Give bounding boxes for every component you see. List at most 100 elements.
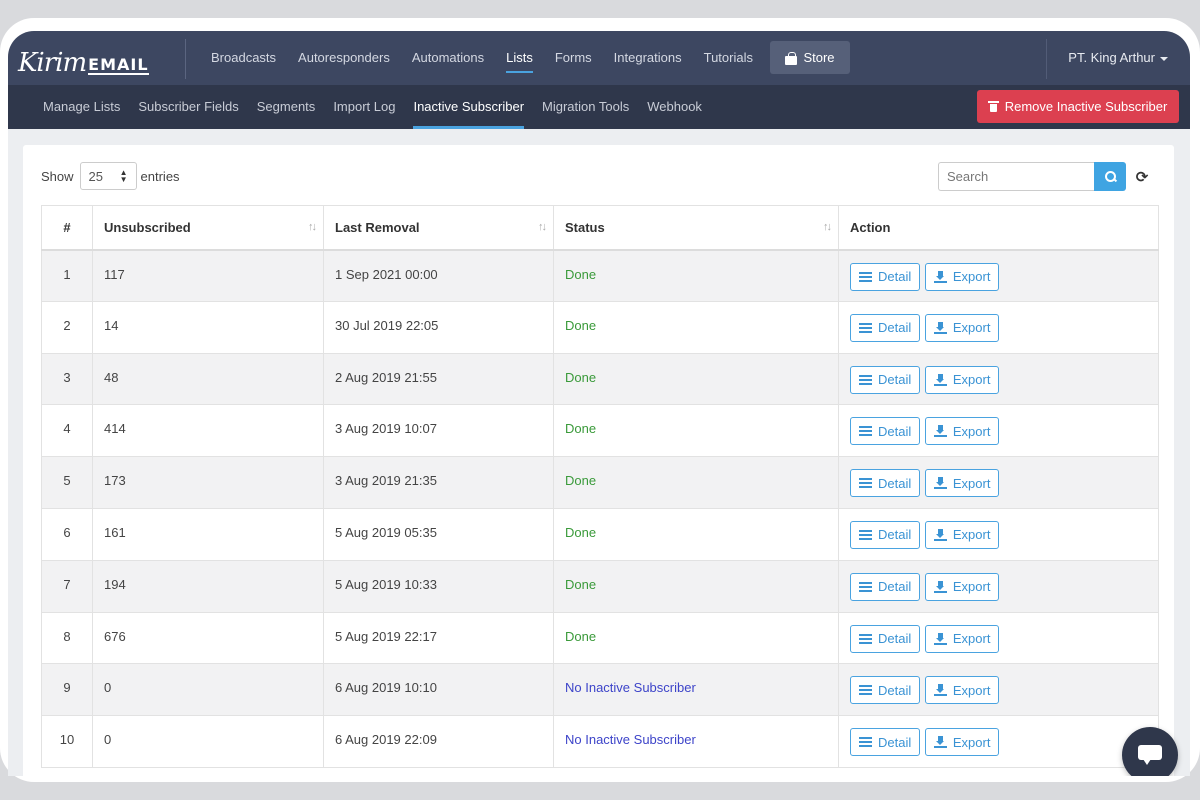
status-text: No Inactive Subscriber [565,680,696,696]
caret-down-icon [1160,56,1168,61]
status-text: No Inactive Subscriber [565,732,696,748]
export-button-label: Export [952,269,991,284]
subnav-inactive-subscriber[interactable]: Inactive Subscriber [404,85,533,129]
export-button[interactable]: Export [924,262,1000,291]
kirim-email-logo[interactable]: Kirim EMAIL [18,41,158,77]
refresh-button[interactable]: ⟳ [1126,162,1158,191]
main-nav: Broadcasts Autoresponders Automations Lists… [200,31,764,85]
store-button[interactable]: Store [770,41,850,74]
status-text: Done [565,266,597,282]
detail-button[interactable]: Detail [850,572,921,601]
nav-tutorials[interactable]: Tutorials [693,31,764,85]
search-input[interactable] [938,162,1094,191]
detail-button[interactable]: Detail [850,417,921,446]
sub-navbar: Manage Lists Subscriber Fields Segments Imp… [8,85,1190,129]
export-button[interactable]: Export [924,365,1000,394]
export-button[interactable]: Export [924,676,1000,705]
subnav-subscriber-fields[interactable]: Subscriber Fields [129,85,247,129]
column-header-action: Action [838,205,1159,251]
chat-widget-button[interactable] [1122,727,1178,776]
action-cell: Detail Export [838,300,1159,354]
row-number: 6 [41,507,93,561]
nav-lists[interactable]: Lists [495,31,544,85]
sort-icon: ↑↓ [823,221,832,233]
detail-button[interactable]: Detail [850,365,921,394]
row-number: 3 [41,352,93,406]
last-removal-date: 6 Aug 2019 10:10 [323,663,554,717]
remove-button-label: Remove Inactive Subscriber [1004,99,1168,114]
action-cell: Detail Export [838,404,1159,458]
detail-button-label: Detail [878,579,912,595]
detail-button-label: Detail [878,475,912,491]
download-icon [933,684,947,697]
subnav-webhook[interactable]: Webhook [638,85,711,129]
nav-forms[interactable]: Forms [544,31,603,85]
detail-button[interactable]: Detail [850,313,921,342]
user-divider [1046,39,1047,79]
export-button[interactable]: Export [924,520,1000,549]
refresh-icon: ⟳ [1135,168,1149,186]
status-cell: Done [553,249,839,302]
subnav-segments[interactable]: Segments [248,85,325,129]
detail-button[interactable]: Detail [850,469,921,498]
store-button-label: Store [803,50,835,65]
export-button[interactable]: Export [924,572,1000,601]
remove-inactive-subscriber-button[interactable]: Remove Inactive Subscriber [977,90,1179,123]
export-button-label: Export [952,734,991,750]
subnav-manage-lists[interactable]: Manage Lists [34,85,129,129]
user-name: PT. King Arthur [1068,50,1155,65]
unsubscribed-count: 161 [92,507,324,561]
user-menu-dropdown[interactable]: PT. King Arthur [1068,31,1168,85]
export-button[interactable]: Export [924,469,1000,498]
unsubscribed-count: 194 [92,559,324,613]
status-cell: Done [553,456,839,509]
entries-value: 25 [88,168,103,184]
table-row: 906 Aug 2019 10:10 No Inactive Subscriber… [41,663,1159,717]
row-number: 1 [41,249,93,302]
column-header-unsubscribed[interactable]: Unsubscribed ↑↓ [92,205,324,251]
export-button-label: Export [952,372,991,388]
subnav-migration-tools[interactable]: Migration Tools [533,85,638,129]
detail-button[interactable]: Detail [850,520,921,549]
nav-automations[interactable]: Automations [401,31,495,85]
last-removal-date: 1 Sep 2021 00:00 [323,249,554,302]
list-icon [859,271,872,282]
export-button-label: Export [952,579,991,595]
nav-integrations[interactable]: Integrations [603,31,693,85]
export-button[interactable]: Export [924,313,1000,342]
list-icon [859,581,872,592]
column-header-status[interactable]: Status ↑↓ [553,205,839,251]
detail-button[interactable]: Detail [850,262,921,291]
nav-broadcasts[interactable]: Broadcasts [200,31,287,85]
status-text: Done [565,628,597,644]
top-navbar: Kirim EMAIL Broadcasts Autoresponders Auto… [8,31,1190,85]
table-row: 4 414 3 Aug 2019 10:07 Done Detail Export [41,404,1159,458]
subnav-import-log[interactable]: Import Log [324,85,404,129]
detail-button-label: Detail [878,734,912,750]
table-row: 6 161 5 Aug 2019 05:35 Done Detail Export [41,507,1159,561]
detail-button-label: Detail [878,372,912,388]
search-control: ⟳ [938,162,1158,191]
export-button[interactable]: Export [924,417,1000,446]
action-cell: Detail Export [838,249,1159,302]
status-cell: No Inactive Subscriber [553,715,839,768]
nav-autoresponders[interactable]: Autoresponders [287,31,401,85]
list-icon [859,374,872,385]
download-icon [933,580,947,593]
column-header-last-removal[interactable]: Last Removal ↑↓ [323,205,554,251]
search-button[interactable] [1094,162,1126,191]
detail-button[interactable]: Detail [850,728,921,757]
unsubscribed-count: 117 [92,249,324,302]
select-arrows-icon: ▲ ▼ [119,168,128,184]
detail-button[interactable]: Detail [850,624,921,653]
list-icon [859,685,872,696]
entries-per-page-select[interactable]: 25 ▲ ▼ [79,162,137,190]
detail-button[interactable]: Detail [850,676,921,705]
export-button[interactable]: Export [924,728,1000,757]
export-button-label: Export [952,320,991,336]
export-button[interactable]: Export [924,624,1000,653]
inactive-subscriber-panel: Show 25 ▲▼ entries ⟳ # Unsubscribed↑↓ La… [23,145,1174,776]
status-text: Done [565,473,597,489]
chat-bubble-icon [1138,745,1162,765]
column-header-number: # [41,205,93,251]
